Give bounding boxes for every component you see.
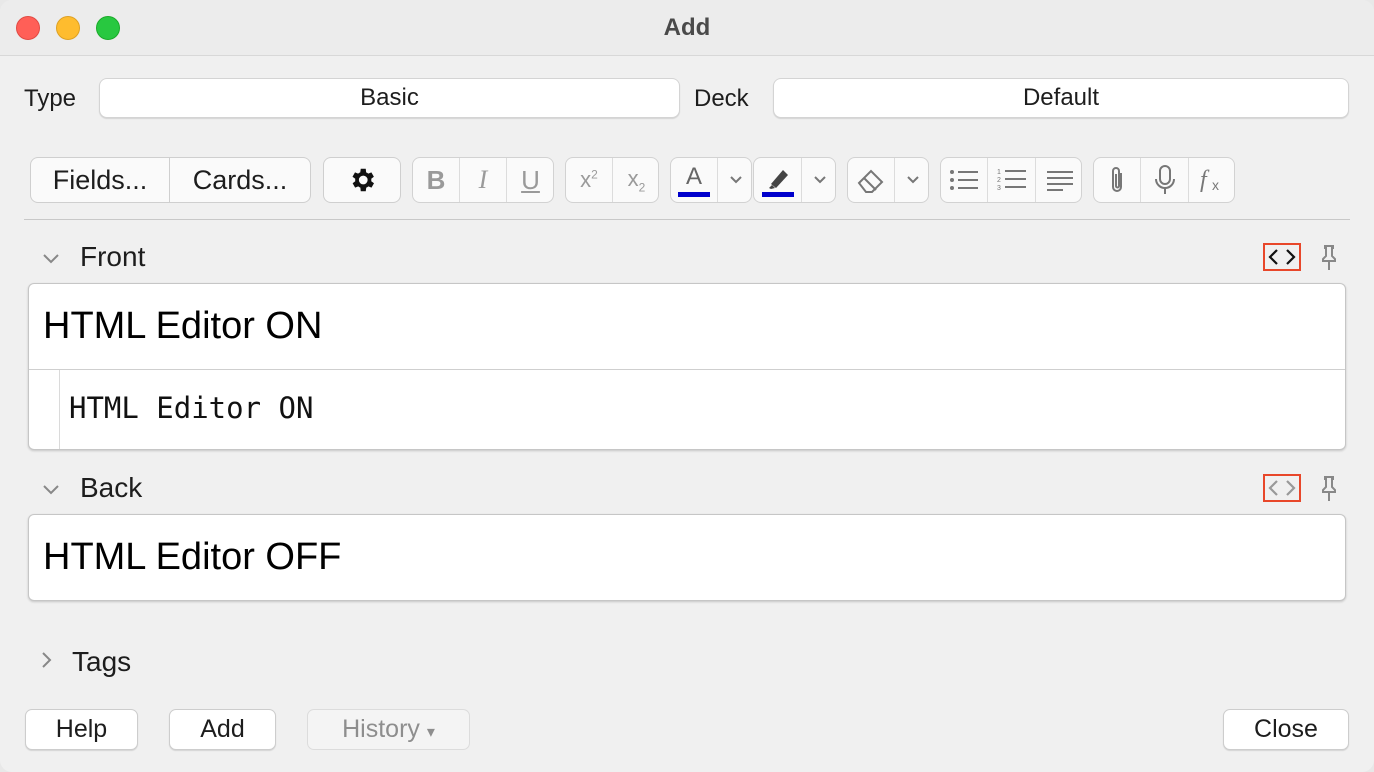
text-color-group: A (670, 157, 752, 203)
text-color-dropdown[interactable] (718, 158, 751, 202)
italic-button[interactable]: I (460, 158, 507, 202)
bold-icon: B (426, 164, 446, 195)
front-html-editor-toggle[interactable] (1263, 243, 1301, 271)
window-title: Add (663, 14, 711, 41)
bullet-list-icon (950, 170, 978, 190)
chevron-down-icon (43, 485, 59, 495)
add-window: Add Type Basic Deck Default Fields... Ca… (0, 0, 1374, 772)
media-group: f x (1093, 157, 1235, 203)
svg-text:x: x (1212, 177, 1219, 193)
code-brackets-icon (1268, 480, 1296, 496)
deck-label: Deck (694, 85, 749, 112)
pin-icon (1322, 476, 1336, 501)
svg-text:A: A (686, 163, 702, 190)
clear-format-button[interactable] (848, 158, 895, 202)
type-selector[interactable]: Basic (99, 78, 680, 118)
back-field-content[interactable]: HTML Editor OFF (43, 536, 341, 579)
underline-icon: U (521, 164, 540, 195)
italic-icon: I (478, 165, 488, 194)
front-collapse-toggle[interactable] (42, 247, 60, 270)
highlight-group (753, 157, 836, 203)
chevron-down-icon (906, 176, 919, 184)
back-field-label: Back (80, 472, 143, 503)
deck-selector[interactable]: Default (773, 78, 1349, 118)
svg-text:3: 3 (997, 185, 1001, 192)
front-pin-button[interactable] (1319, 244, 1339, 272)
history-button[interactable]: History ▾ (307, 709, 470, 750)
underline-button[interactable]: U (507, 158, 553, 202)
microphone-icon (1154, 165, 1175, 194)
back-collapse-toggle[interactable] (42, 478, 60, 501)
superscript-icon: x2 (580, 167, 598, 192)
pin-icon (1322, 245, 1336, 270)
chevron-right-icon (42, 652, 52, 668)
dropdown-arrow-icon: ▾ (426, 724, 435, 741)
help-button[interactable]: Help (25, 709, 138, 750)
cards-button[interactable]: Cards... (170, 157, 311, 203)
type-label: Type (24, 85, 77, 112)
code-brackets-icon (1268, 249, 1296, 265)
attach-button[interactable] (1094, 158, 1141, 202)
text-style-group: B I U (412, 157, 554, 203)
paperclip-icon (1112, 167, 1122, 192)
highlight-dropdown[interactable] (802, 158, 835, 202)
fields-button[interactable]: Fields... (30, 157, 170, 203)
eraser-icon (857, 169, 884, 193)
eraser-dropdown[interactable] (895, 158, 928, 202)
options-button[interactable] (323, 157, 401, 203)
title-bar: Add (0, 0, 1374, 56)
align-icon (1046, 171, 1073, 191)
tags-label[interactable]: Tags (72, 646, 131, 678)
back-field-editor[interactable]: HTML Editor OFF (28, 514, 1346, 601)
script-group: x2 x2 (565, 157, 659, 203)
svg-text:f: f (1200, 167, 1210, 193)
alignment-button[interactable] (1036, 158, 1081, 202)
front-html-code[interactable]: HTML Editor ON (69, 391, 313, 425)
front-field-content[interactable]: HTML Editor ON (43, 305, 322, 348)
subscript-icon: x2 (627, 165, 646, 195)
back-html-editor-toggle[interactable] (1263, 474, 1301, 502)
numbered-list-button[interactable]: 1 2 3 (988, 158, 1036, 202)
toolbar-divider (24, 219, 1350, 220)
svg-text:2: 2 (997, 177, 1001, 184)
chevron-down-icon (729, 176, 742, 184)
superscript-button[interactable]: x2 (566, 158, 613, 202)
bold-button[interactable]: B (413, 158, 460, 202)
formula-icon: f x (1200, 167, 1219, 193)
add-button[interactable]: Add (169, 709, 276, 750)
chevron-down-icon (813, 176, 826, 184)
chevron-down-icon (43, 254, 59, 264)
highlight-button[interactable] (754, 158, 802, 202)
close-button[interactable]: Close (1223, 709, 1349, 750)
text-color-button[interactable]: A (671, 158, 718, 202)
back-pin-button[interactable] (1319, 475, 1339, 503)
highlight-icon (761, 170, 794, 197)
record-button[interactable] (1141, 158, 1189, 202)
formula-button[interactable]: f x (1189, 158, 1234, 202)
list-group: 1 2 3 (940, 157, 1082, 203)
bullet-list-button[interactable] (941, 158, 988, 202)
tags-expand-toggle[interactable] (40, 651, 52, 675)
front-html-editor[interactable]: HTML Editor ON (29, 369, 1345, 449)
svg-text:1: 1 (997, 169, 1001, 176)
html-editor-gutter (59, 370, 60, 449)
numbered-list-icon: 1 2 3 (997, 169, 1026, 192)
gear-icon (352, 168, 374, 192)
front-field-label: Front (80, 241, 146, 272)
text-color-icon: A (678, 163, 710, 197)
subscript-button[interactable]: x2 (613, 158, 658, 202)
front-field-editor[interactable]: HTML Editor ON HTML Editor ON (28, 283, 1346, 450)
eraser-group (847, 157, 929, 203)
history-label: History (342, 715, 420, 743)
